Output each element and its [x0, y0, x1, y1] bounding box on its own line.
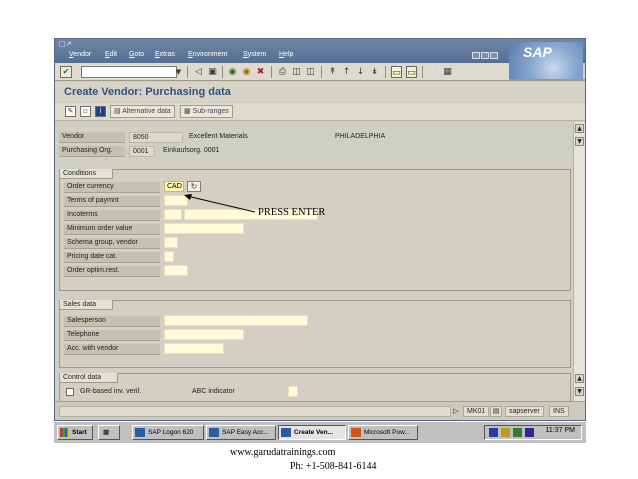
annotation-arrow: [184, 194, 256, 213]
footer-phone: Ph: +1-508-841-6144: [290, 461, 377, 472]
arrow-head-icon: [184, 194, 192, 200]
footer-url: www.garudatrainings.com: [230, 447, 336, 458]
press-enter-annotation: PRESS ENTER: [258, 207, 326, 218]
arrow-line: [186, 195, 256, 213]
